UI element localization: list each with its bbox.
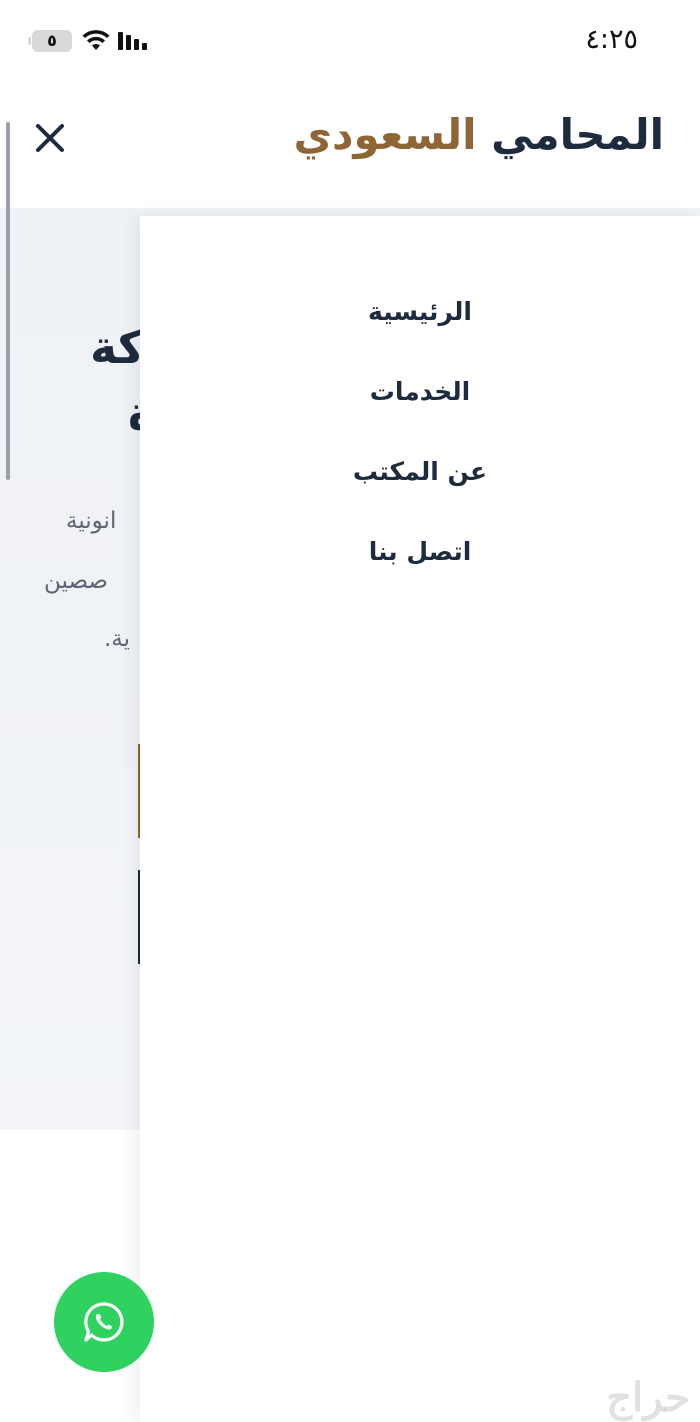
hero-paragraph-line-3: ية.: [104, 626, 131, 652]
nav-menu-panel: الرئيسية الخدمات عن المكتب اتصل بنا: [140, 216, 700, 1422]
hero-paragraph-line-2: صصين: [44, 568, 108, 594]
brand-logo[interactable]: المحامي السعودي: [294, 110, 665, 159]
menu-item-home[interactable]: الرئيسية: [140, 292, 700, 372]
close-icon[interactable]: [32, 120, 68, 156]
background-hero-paragraph: انونية صصين ية.: [0, 502, 140, 682]
menu-item-about[interactable]: عن المكتب: [140, 452, 700, 532]
status-bar: ٥ ٤:٢٥: [0, 0, 700, 84]
wifi-icon: [82, 30, 110, 50]
whatsapp-icon: [84, 1302, 124, 1342]
background-hero-heading: كة ة: [0, 310, 140, 440]
battery-icon: ٥: [32, 30, 72, 52]
status-time: ٤:٢٥: [585, 24, 638, 55]
hero-paragraph-line-1: انونية: [66, 508, 117, 534]
menu-item-contact[interactable]: اتصل بنا: [140, 532, 700, 612]
site-header: المحامي السعودي: [0, 84, 700, 208]
signal-icon: [118, 32, 147, 50]
brand-word-1: المحامي: [491, 110, 664, 159]
whatsapp-button[interactable]: [54, 1272, 154, 1372]
hero-heading-line-2: ة: [128, 382, 140, 440]
brand-word-2: السعودي: [293, 110, 477, 159]
hero-heading-line-1: كة: [90, 320, 140, 374]
menu-item-services[interactable]: الخدمات: [140, 372, 700, 452]
battery-tip: [28, 37, 31, 45]
watermark-logo: حراج: [606, 1374, 690, 1421]
nav-menu-list: الرئيسية الخدمات عن المكتب اتصل بنا: [140, 292, 700, 612]
